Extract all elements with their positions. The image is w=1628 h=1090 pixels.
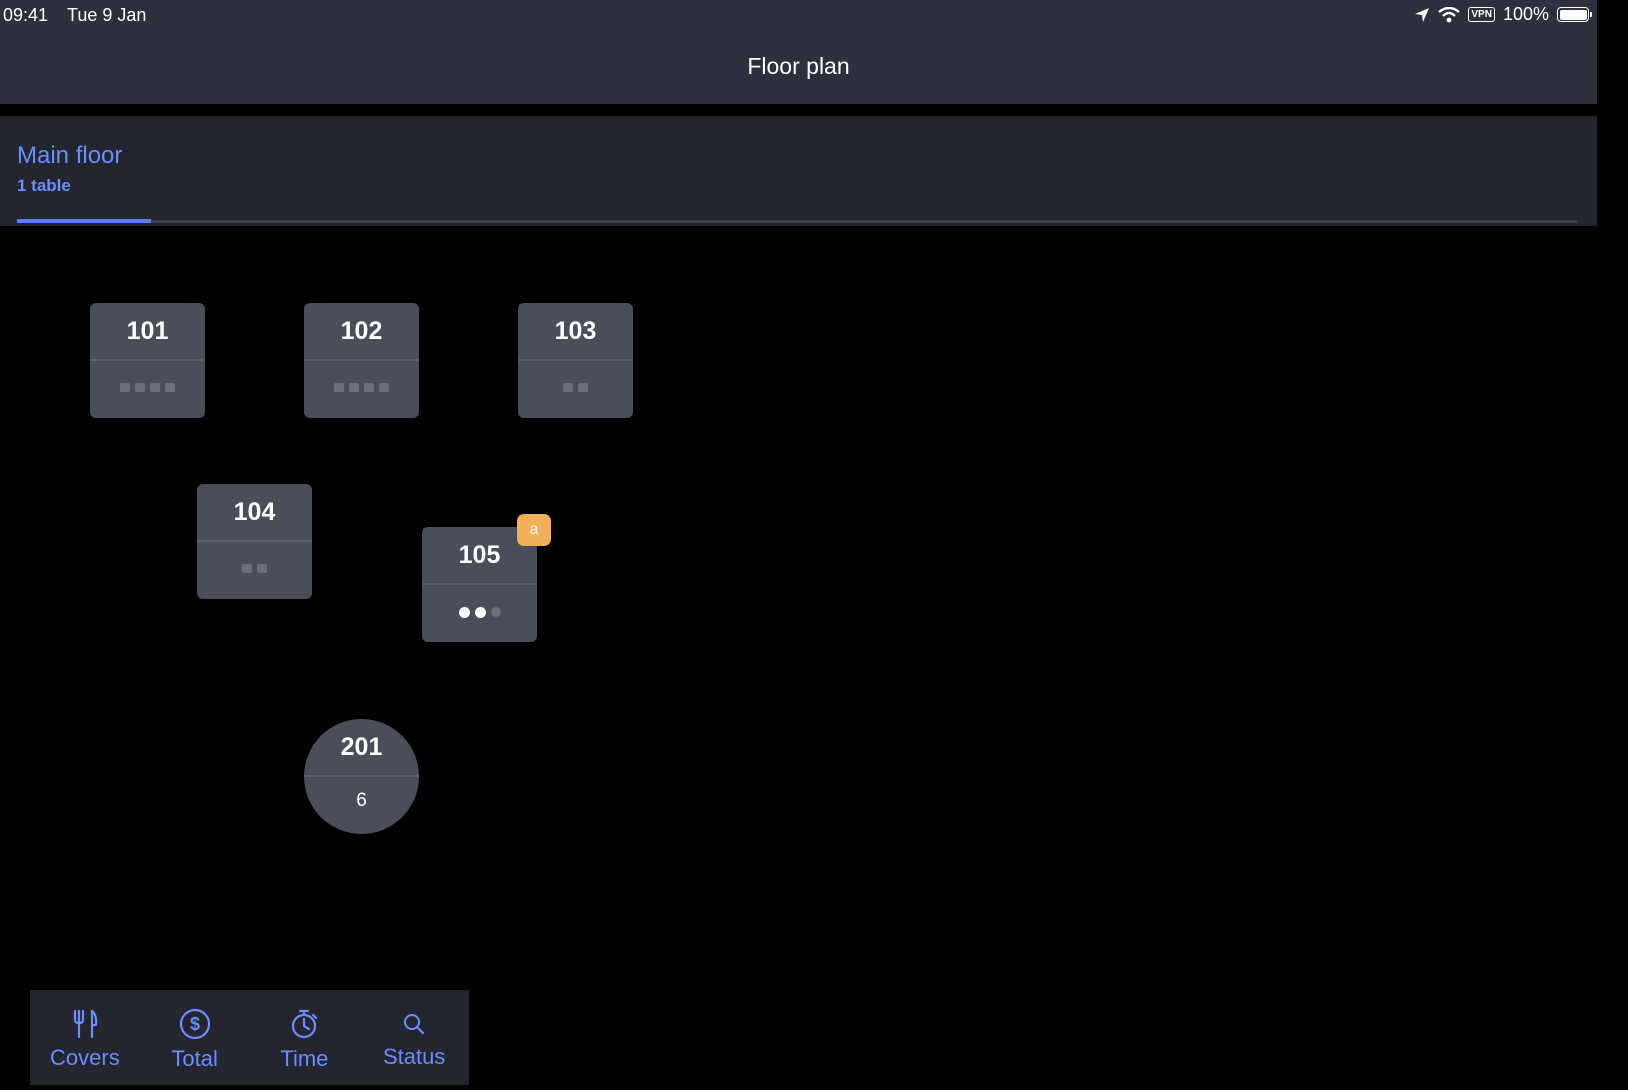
status-label: Status (382, 1043, 446, 1069)
table-divider (304, 775, 419, 777)
time-button[interactable]: Time (250, 990, 360, 1085)
section-name: Main floor (17, 142, 123, 169)
location-icon (1415, 7, 1430, 22)
time-label: Time (280, 1045, 329, 1071)
table-divider (90, 359, 205, 361)
seat-empty (334, 383, 344, 392)
section-tab-bar: Main floor 1 table (0, 116, 1597, 226)
status-time: 09:41 (3, 5, 49, 25)
floor-plan-screen: 09:41 Tue 9 Jan VPN 100% Floor plan Main… (0, 0, 1628, 1090)
battery-icon (1557, 7, 1592, 22)
bottom-toolbar: Covers $ Total Time Status (30, 990, 469, 1085)
table-divider (197, 540, 312, 542)
wifi-icon (1438, 6, 1461, 22)
seat-empty (257, 564, 267, 573)
seat-empty (563, 383, 573, 392)
tab-selected-indicator (17, 219, 151, 223)
table-divider (304, 359, 419, 361)
seat-empty (135, 383, 145, 392)
table-covers: 6 (356, 790, 367, 811)
table-number: 201 (340, 733, 383, 761)
seat-empty (349, 383, 359, 392)
search-icon (404, 1013, 425, 1034)
tab-main-floor[interactable]: Main floor 1 table (17, 142, 122, 196)
page-title: Floor plan (747, 53, 850, 79)
table-divider (422, 583, 537, 585)
seat-indicators (518, 383, 633, 392)
seat-empty (490, 607, 501, 617)
seat-indicators (422, 607, 537, 618)
table-101[interactable]: 101 (90, 303, 205, 418)
seat-indicators (197, 564, 312, 573)
seat-empty (578, 383, 588, 392)
seat-empty (165, 383, 175, 392)
stopwatch-icon (292, 1009, 318, 1038)
battery-percentage: 100% (1502, 4, 1549, 24)
table-number: 105 (458, 541, 501, 569)
table-status-badge: a (517, 514, 551, 546)
seat-indicators (90, 383, 205, 392)
section-table-count: 1 table (17, 176, 71, 195)
seat-empty (150, 383, 160, 392)
table-102[interactable]: 102 (304, 303, 419, 418)
utensils-icon (73, 1009, 98, 1038)
seat-empty (242, 564, 252, 573)
covers-label: Covers (50, 1044, 120, 1070)
table-105[interactable]: 105 a (422, 514, 551, 642)
svg-text:$: $ (190, 1014, 200, 1034)
status-indicators: VPN 100% (1414, 4, 1592, 25)
dollar-circle-icon: $ (179, 1008, 210, 1039)
total-label: Total (171, 1045, 218, 1071)
table-divider (518, 359, 633, 361)
table-201[interactable]: 201 6 (304, 719, 419, 834)
covers-button[interactable]: Covers (30, 990, 140, 1085)
table-number: 102 (340, 317, 383, 345)
seat-occupied (458, 607, 470, 618)
status-button[interactable]: Status (359, 990, 469, 1085)
total-button[interactable]: $ Total (140, 990, 250, 1085)
seat-empty (120, 383, 130, 392)
seat-occupied (474, 607, 486, 618)
seat-indicators (304, 383, 419, 392)
table-103[interactable]: 103 (518, 303, 633, 418)
status-date: Tue 9 Jan (67, 5, 147, 25)
vpn-badge: VPN (1468, 7, 1495, 22)
table-104[interactable]: 104 (197, 484, 312, 599)
top-bar: 09:41 Tue 9 Jan VPN 100% Floor plan (0, 0, 1597, 104)
table-number: 101 (126, 317, 169, 345)
seat-empty (379, 383, 389, 392)
tab-track (17, 220, 1577, 223)
seat-empty (364, 383, 374, 392)
table-number: 103 (554, 317, 597, 345)
table-number: 104 (233, 498, 276, 526)
